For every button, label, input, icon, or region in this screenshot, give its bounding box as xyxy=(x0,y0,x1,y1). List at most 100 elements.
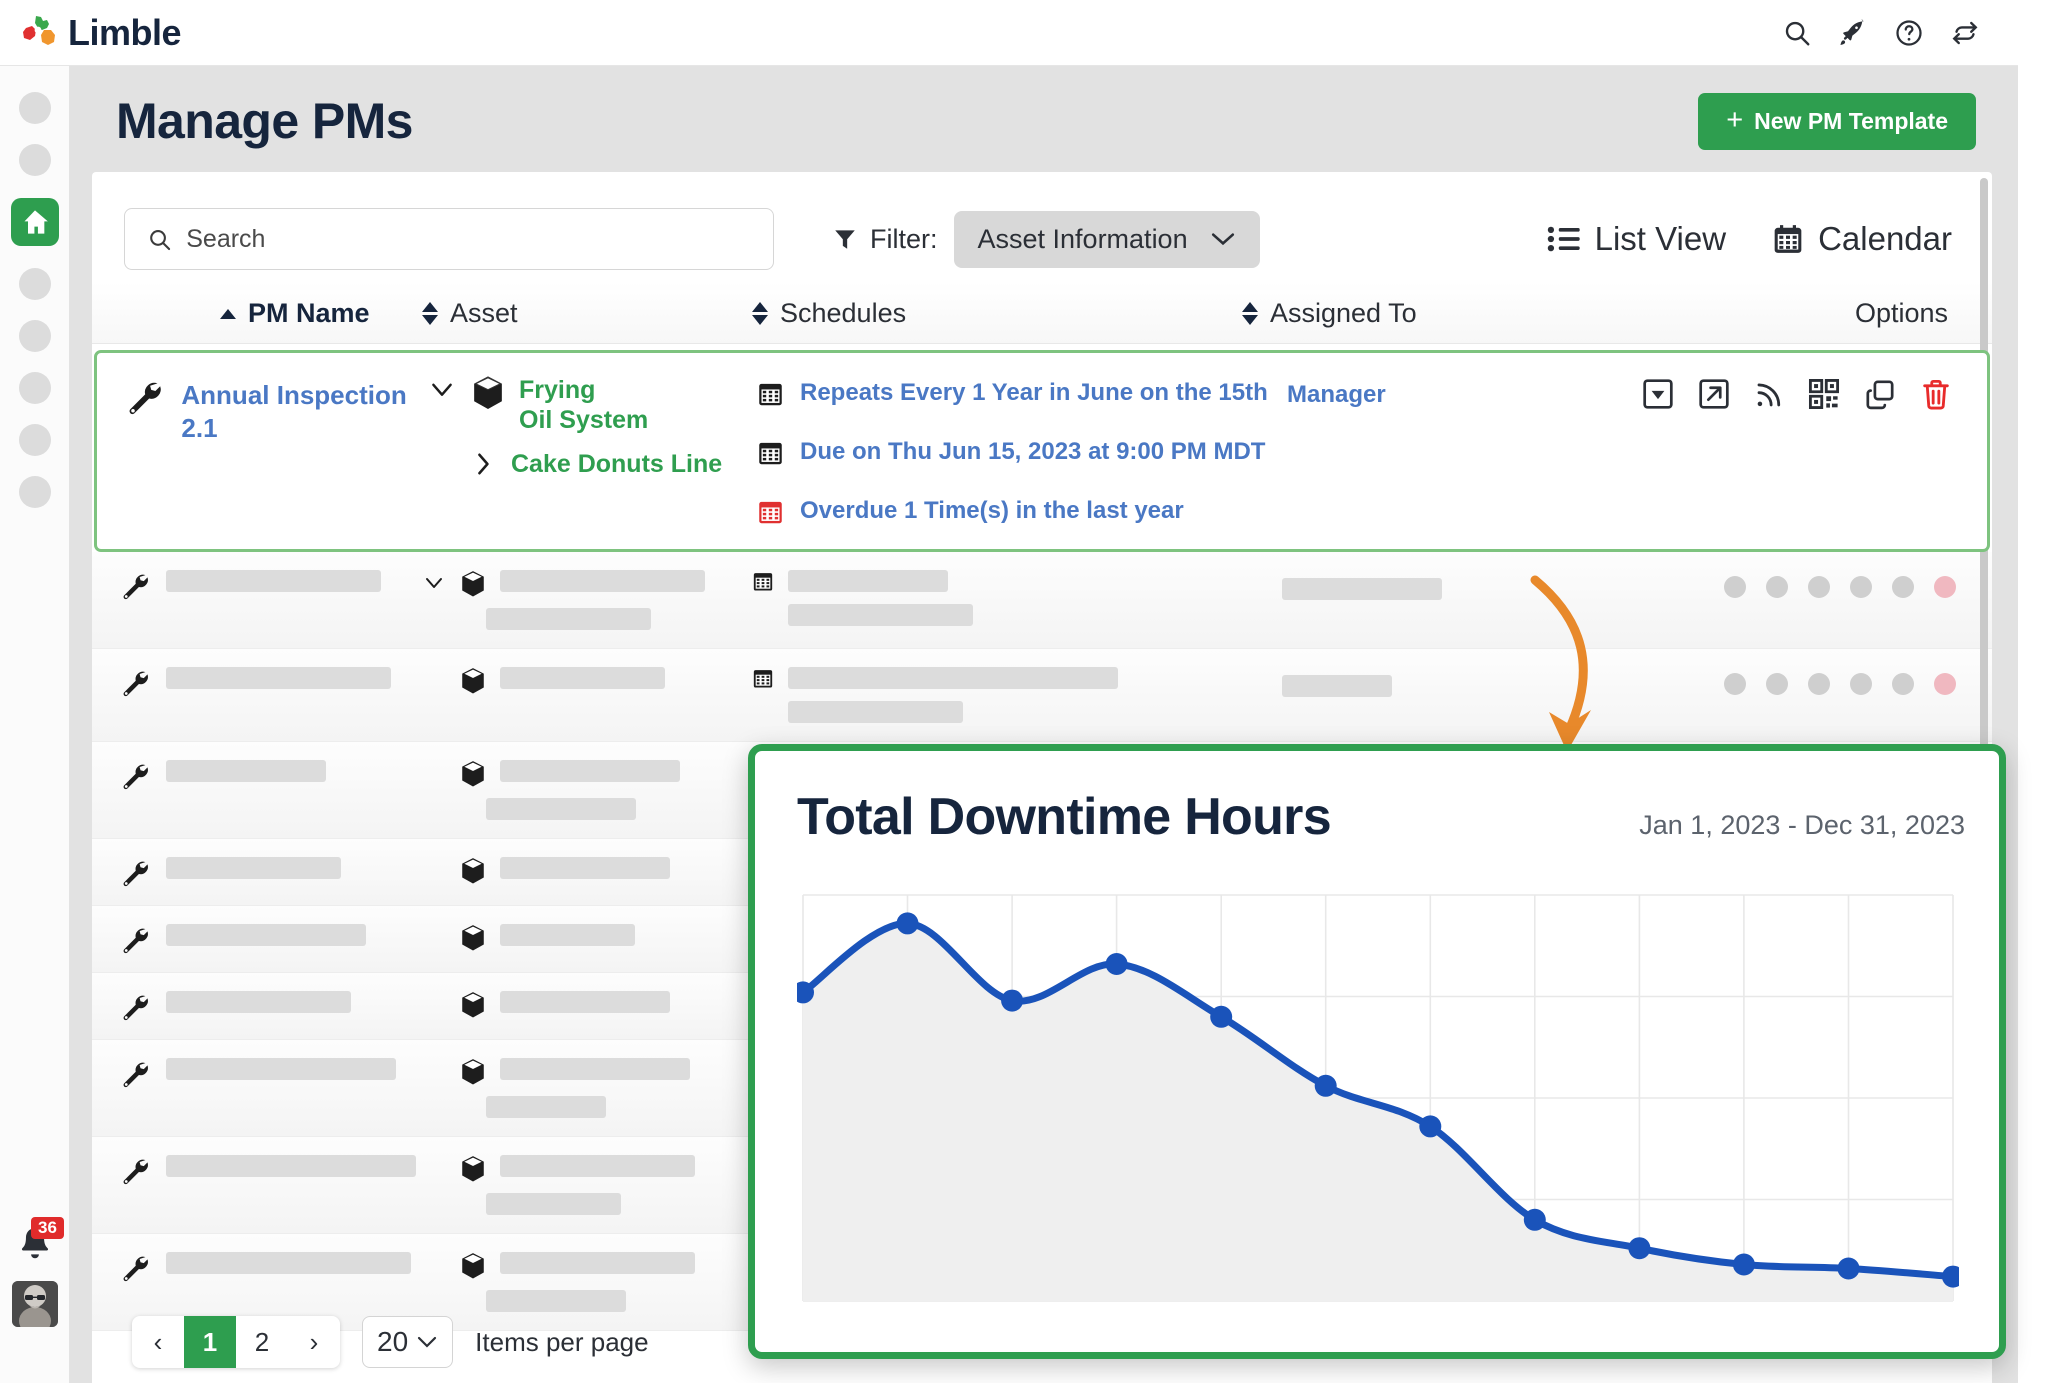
column-label-schedules: Schedules xyxy=(780,298,907,328)
option-placeholder-dot[interactable] xyxy=(1766,673,1788,695)
skeleton-bar xyxy=(1282,578,1442,600)
help-circle-icon[interactable] xyxy=(1894,18,1924,48)
asset-link-secondary[interactable]: Cake Donuts Line xyxy=(511,449,722,479)
pagination-page-2[interactable]: 2 xyxy=(236,1316,288,1368)
skeleton-bar xyxy=(500,924,635,946)
cell-options xyxy=(1612,570,1992,598)
qr-code-icon[interactable] xyxy=(1807,377,1841,411)
data-point[interactable]: Oct: 9 xyxy=(1732,1253,1755,1276)
duplicate-icon[interactable] xyxy=(1863,377,1897,411)
chevron-down-icon[interactable] xyxy=(422,570,446,596)
rocket-icon[interactable] xyxy=(1838,18,1868,48)
sidebar-item-placeholder-7[interactable] xyxy=(18,476,51,508)
table-row[interactable] xyxy=(92,552,1992,649)
new-pm-template-button[interactable]: + New PM Template xyxy=(1698,92,1976,150)
option-placeholder-dot[interactable] xyxy=(1766,576,1788,598)
column-header-schedules[interactable]: Schedules xyxy=(752,298,1242,329)
schedule-item[interactable]: Due on Thu Jun 15, 2023 at 9:00 PM MDT xyxy=(757,438,1287,466)
option-placeholder-dot[interactable] xyxy=(1892,576,1914,598)
asset-box-icon xyxy=(462,1253,484,1279)
assigned-to-link[interactable]: Manager xyxy=(1287,381,1386,408)
items-per-page-select[interactable]: 20 xyxy=(362,1316,454,1368)
option-placeholder-dot[interactable] xyxy=(1850,673,1872,695)
filter-select[interactable]: Asset Information xyxy=(953,210,1260,268)
data-point[interactable]: Feb: 93 xyxy=(896,912,919,935)
sort-toggle-icon xyxy=(422,302,438,325)
pager-group: ‹ 1 2 › xyxy=(132,1316,340,1368)
user-avatar[interactable] xyxy=(12,1281,58,1327)
new-pm-template-label: New PM Template xyxy=(1754,107,1948,134)
asset-box-icon xyxy=(474,376,502,410)
delete-placeholder-dot[interactable] xyxy=(1934,576,1956,598)
pagination-prev[interactable]: ‹ xyxy=(132,1316,184,1368)
tab-list-view[interactable]: List View xyxy=(1547,220,1726,258)
data-point[interactable]: May: 70 xyxy=(1210,1005,1233,1028)
refresh-icon[interactable] xyxy=(1950,18,1980,48)
cell-asset xyxy=(422,760,752,820)
signal-icon[interactable] xyxy=(1753,377,1785,411)
option-placeholder-dot[interactable] xyxy=(1724,576,1746,598)
schedule-repeats-text[interactable]: Repeats Every 1 Year in June on the 15th xyxy=(800,379,1268,407)
wrench-icon xyxy=(123,1256,148,1282)
sidebar-item-home[interactable] xyxy=(10,198,59,246)
chevron-right-icon[interactable] xyxy=(473,449,495,479)
asset-box-icon xyxy=(462,858,484,884)
pagination-page-1[interactable]: 1 xyxy=(184,1316,236,1368)
option-placeholder-dot[interactable] xyxy=(1808,673,1830,695)
cell-schedules xyxy=(752,570,1282,626)
column-header-assigned-to[interactable]: Assigned To xyxy=(1242,298,1592,329)
sidebar-item-placeholder-5[interactable] xyxy=(18,372,51,404)
option-placeholder-dot[interactable] xyxy=(1808,576,1830,598)
data-point[interactable]: Jun: 53 xyxy=(1314,1074,1337,1097)
tab-calendar[interactable]: Calendar xyxy=(1772,220,1952,258)
search-input[interactable] xyxy=(186,224,751,254)
data-point[interactable]: Jul: 43 xyxy=(1419,1115,1442,1138)
search-icon[interactable] xyxy=(1782,18,1812,48)
skeleton-bar xyxy=(486,1193,621,1215)
data-point[interactable]: Aug: 20 xyxy=(1523,1208,1546,1231)
pagination: ‹ 1 2 › 20 Items per page xyxy=(132,1316,649,1368)
open-external-icon[interactable] xyxy=(1697,377,1731,411)
sidebar-item-placeholder-1[interactable] xyxy=(18,92,51,124)
schedule-due-text[interactable]: Due on Thu Jun 15, 2023 at 9:00 PM MDT xyxy=(800,438,1265,466)
brand-logo[interactable]: Limble xyxy=(22,14,182,52)
sidebar-item-placeholder-3[interactable] xyxy=(18,268,51,300)
app-screen: Limble 36 Manage PMs + New PM Template S… xyxy=(0,0,2048,1383)
dropdown-box-icon[interactable] xyxy=(1641,377,1675,411)
delete-placeholder-dot[interactable] xyxy=(1934,673,1956,695)
calendar-icon xyxy=(759,442,782,464)
column-header-pm-name[interactable]: PM Name xyxy=(92,298,422,329)
skeleton-bar xyxy=(500,857,670,879)
sidebar-item-placeholder-6[interactable] xyxy=(18,424,51,456)
table-row[interactable] xyxy=(92,649,1992,742)
asset-box-icon xyxy=(462,761,484,787)
schedule-item[interactable]: Overdue 1 Time(s) in the last year xyxy=(757,497,1287,525)
pm-name-link[interactable]: Annual Inspection 2.1 xyxy=(181,375,427,444)
schedule-item[interactable]: Repeats Every 1 Year in June on the 15th xyxy=(757,379,1287,407)
delete-icon[interactable] xyxy=(1919,377,1953,411)
data-point[interactable]: Apr: 83 xyxy=(1105,953,1128,975)
cell-assigned-to xyxy=(1282,570,1612,600)
option-placeholder-dot[interactable] xyxy=(1724,673,1746,695)
column-label-asset: Asset xyxy=(450,298,518,328)
sidebar-item-placeholder-4[interactable] xyxy=(18,320,51,352)
table-row-highlighted[interactable]: Annual Inspection 2.1 Frying Oil System … xyxy=(94,350,1990,552)
chevron-down-icon[interactable] xyxy=(427,375,457,407)
data-point[interactable]: Nov: 8 xyxy=(1837,1257,1860,1280)
sidebar-item-placeholder-2[interactable] xyxy=(18,144,51,176)
chevron-down-icon xyxy=(418,1336,437,1348)
schedule-overdue-text[interactable]: Overdue 1 Time(s) in the last year xyxy=(800,497,1184,525)
search-field-wrapper[interactable] xyxy=(124,208,774,270)
option-placeholder-dot[interactable] xyxy=(1892,673,1914,695)
data-point[interactable]: Sep: 13 xyxy=(1628,1237,1651,1260)
asset-link-primary[interactable]: Frying Oil System xyxy=(519,375,648,435)
skeleton-bar xyxy=(166,1252,411,1274)
option-placeholder-dot[interactable] xyxy=(1850,576,1872,598)
column-header-asset[interactable]: Asset xyxy=(422,298,752,329)
data-point[interactable]: Mar: 74 xyxy=(1001,989,1024,1012)
notifications-button[interactable]: 36 xyxy=(15,1217,64,1267)
pagination-next[interactable]: › xyxy=(288,1316,340,1368)
skeleton-bar xyxy=(166,760,326,782)
cell-asset xyxy=(422,570,752,630)
list-icon xyxy=(1547,226,1580,252)
